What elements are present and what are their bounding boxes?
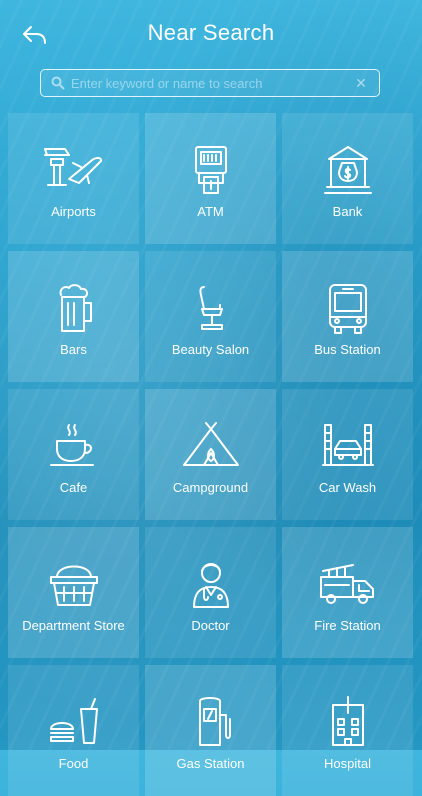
gas-pump-icon (198, 697, 231, 746)
category-airports[interactable]: Airports (8, 113, 139, 244)
category-department-store[interactable]: Department Store (8, 527, 139, 658)
category-label: Cafe (59, 480, 88, 495)
category-campground[interactable]: Campground (145, 389, 276, 520)
category-label: Bars (60, 342, 87, 357)
category-beauty-salon[interactable]: Beauty Salon (145, 251, 276, 382)
category-food[interactable]: Food (8, 665, 139, 796)
category-label: Hospital (324, 756, 371, 771)
atm-icon (194, 146, 227, 194)
category-fire-station[interactable]: Fire Station (282, 527, 413, 658)
category-label: Fire Station (314, 618, 381, 633)
category-atm[interactable]: ATM (145, 113, 276, 244)
category-label: Airports (51, 204, 96, 219)
category-label: Campground (172, 480, 249, 495)
category-doctor[interactable]: Doctor (145, 527, 276, 658)
category-label: Doctor (191, 618, 230, 633)
category-bus-station[interactable]: Bus Station (282, 251, 413, 382)
beer-mug-icon (59, 284, 92, 332)
shopping-basket-icon (49, 565, 98, 606)
bank-icon (323, 146, 372, 194)
category-bars[interactable]: Bars (8, 251, 139, 382)
category-label: Bank (332, 204, 363, 219)
airport-icon (43, 148, 102, 186)
category-label: Bus Station (314, 342, 381, 357)
bus-icon (328, 284, 367, 334)
car-wash-icon (321, 424, 374, 466)
category-grid: Airports ATM Bank Bars Beauty Salon Bus … (0, 0, 422, 796)
category-label: Food (58, 756, 89, 771)
category-hospital[interactable]: Hospital (282, 665, 413, 796)
category-bank[interactable]: Bank (282, 113, 413, 244)
tent-icon (182, 422, 239, 466)
category-label: Beauty Salon (171, 342, 250, 357)
category-car-wash[interactable]: Car Wash (282, 389, 413, 520)
fire-truck-icon (319, 564, 374, 604)
doctor-icon (192, 563, 229, 608)
category-label: Car Wash (318, 480, 377, 495)
category-label: Gas Station (176, 756, 245, 771)
food-icon (49, 698, 98, 744)
category-gas-station[interactable]: Gas Station (145, 665, 276, 796)
salon-chair-icon (198, 286, 223, 330)
category-cafe[interactable]: Cafe (8, 389, 139, 520)
category-label: Department Store (22, 618, 125, 633)
coffee-cup-icon (49, 424, 94, 466)
hospital-icon (331, 696, 364, 746)
category-label: ATM (197, 204, 224, 219)
